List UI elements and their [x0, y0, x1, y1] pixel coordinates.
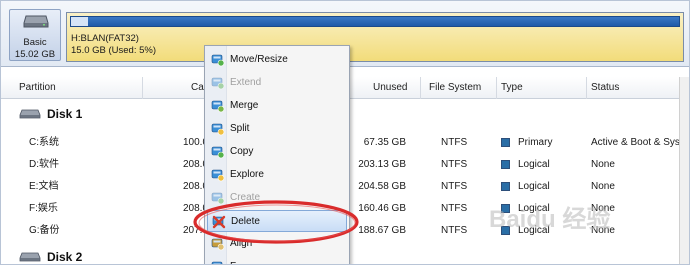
move-resize-icon [211, 54, 225, 67]
menu-item-delete[interactable]: Delete [207, 210, 347, 232]
partition-cell: G:备份 [29, 225, 60, 236]
explore-icon [211, 169, 225, 182]
type-text: Logical [518, 159, 550, 170]
menu-item-label: Explore [230, 169, 264, 180]
capacity-cell: 207. [183, 225, 203, 236]
menu-item-merge[interactable]: Merge [207, 95, 347, 117]
partition-cell: F:娱乐 [29, 203, 58, 214]
menu-item-explore[interactable]: Explore [207, 164, 347, 186]
column-header-status[interactable]: Status [587, 77, 679, 99]
context-menu: Move/Resize Extend Merge Split Copy Explore Cr… [204, 45, 350, 264]
unused-cell: 203.13 GB [358, 159, 406, 170]
menu-item-label: Extend [230, 77, 262, 88]
disk-group-label: Disk 2 [47, 250, 83, 264]
status-cell: None [591, 181, 615, 192]
format-icon [211, 261, 223, 264]
type-text: Logical [518, 225, 550, 236]
partition-usage-text: 15.0 GB (Used: 5%) [71, 45, 157, 56]
file-system-cell: NTFS [441, 203, 468, 214]
disk-tile[interactable]: Basic 15.02 GB [9, 9, 61, 61]
type-text: Logical [518, 203, 550, 214]
unused-cell: 67.35 GB [363, 137, 406, 148]
file-system-cell: NTFS [441, 225, 468, 236]
disk-size-label: 15.02 GB [14, 49, 56, 60]
partition-type-swatch-icon [501, 182, 510, 191]
status-cell: Active & Boot & Syst [591, 137, 683, 148]
file-system-cell: NTFS [441, 137, 468, 148]
type-text: Primary [518, 137, 553, 148]
menu-item-f[interactable]: F [207, 256, 347, 264]
partition-manager-window: Basic 15.02 GB H:BLAN(FAT32) 15.0 GB (Us… [0, 0, 690, 265]
split-icon [211, 123, 225, 136]
partition-type-swatch-icon [501, 226, 510, 235]
status-cell: None [591, 159, 615, 170]
menu-item-label: Copy [230, 146, 254, 157]
file-system-cell: NTFS [441, 159, 468, 170]
partition-cell: E:文档 [29, 181, 59, 192]
extend-icon [211, 77, 225, 90]
partition-cell: C:系统 [29, 137, 59, 148]
column-header-type[interactable]: Type [497, 77, 587, 99]
menu-item-move-resize[interactable]: Move/Resize [207, 49, 347, 71]
menu-item-extend[interactable]: Extend [207, 72, 347, 94]
menu-item-label: F [230, 256, 236, 264]
column-header-partition[interactable]: Partition [15, 77, 143, 99]
delete-icon [212, 215, 226, 229]
menu-item-label: Move/Resize [230, 54, 288, 65]
partition-name: H:BLAN(FAT32) [71, 33, 139, 44]
column-header-unused[interactable]: Unused [369, 77, 421, 99]
menu-item-label: Merge [230, 100, 259, 111]
menu-item-align[interactable]: Align [207, 233, 347, 255]
partition-type-swatch-icon [501, 160, 510, 169]
menu-item-copy[interactable]: Copy [207, 141, 347, 163]
partition-type-swatch-icon [501, 138, 510, 147]
partition-cell: D:软件 [29, 159, 59, 170]
copy-icon [211, 146, 225, 159]
merge-icon [211, 100, 225, 113]
unused-cell: 204.58 GB [358, 181, 406, 192]
menu-item-label: Delete [231, 216, 260, 227]
hard-disk-icon [23, 15, 49, 28]
menu-item-label: Split [230, 123, 250, 134]
menu-item-label: Align [230, 238, 253, 249]
menu-item-label: Create [230, 192, 261, 203]
create-icon [211, 192, 225, 205]
status-cell: None [591, 225, 615, 236]
align-icon [211, 238, 225, 251]
partition-usage-bar [70, 16, 680, 27]
disk-group-label: Disk 1 [47, 107, 83, 121]
menu-item-split[interactable]: Split [207, 118, 347, 140]
type-text: Logical [518, 181, 550, 192]
partition-used-fill [71, 17, 88, 26]
vertical-scrollbar[interactable] [679, 77, 689, 264]
column-header-file-system[interactable]: File System [425, 77, 497, 99]
hard-disk-icon [19, 252, 41, 262]
status-cell: None [591, 203, 615, 214]
file-system-cell: NTFS [441, 181, 468, 192]
hard-disk-icon [19, 109, 41, 119]
unused-cell: 188.67 GB [358, 225, 406, 236]
partition-type-swatch-icon [501, 204, 510, 213]
disk-type-label: Basic [23, 37, 47, 48]
unused-cell: 160.46 GB [358, 203, 406, 214]
menu-item-create[interactable]: Create [207, 187, 347, 209]
partition-block[interactable]: H:BLAN(FAT32) 15.0 GB (Used: 5%) [66, 12, 684, 62]
